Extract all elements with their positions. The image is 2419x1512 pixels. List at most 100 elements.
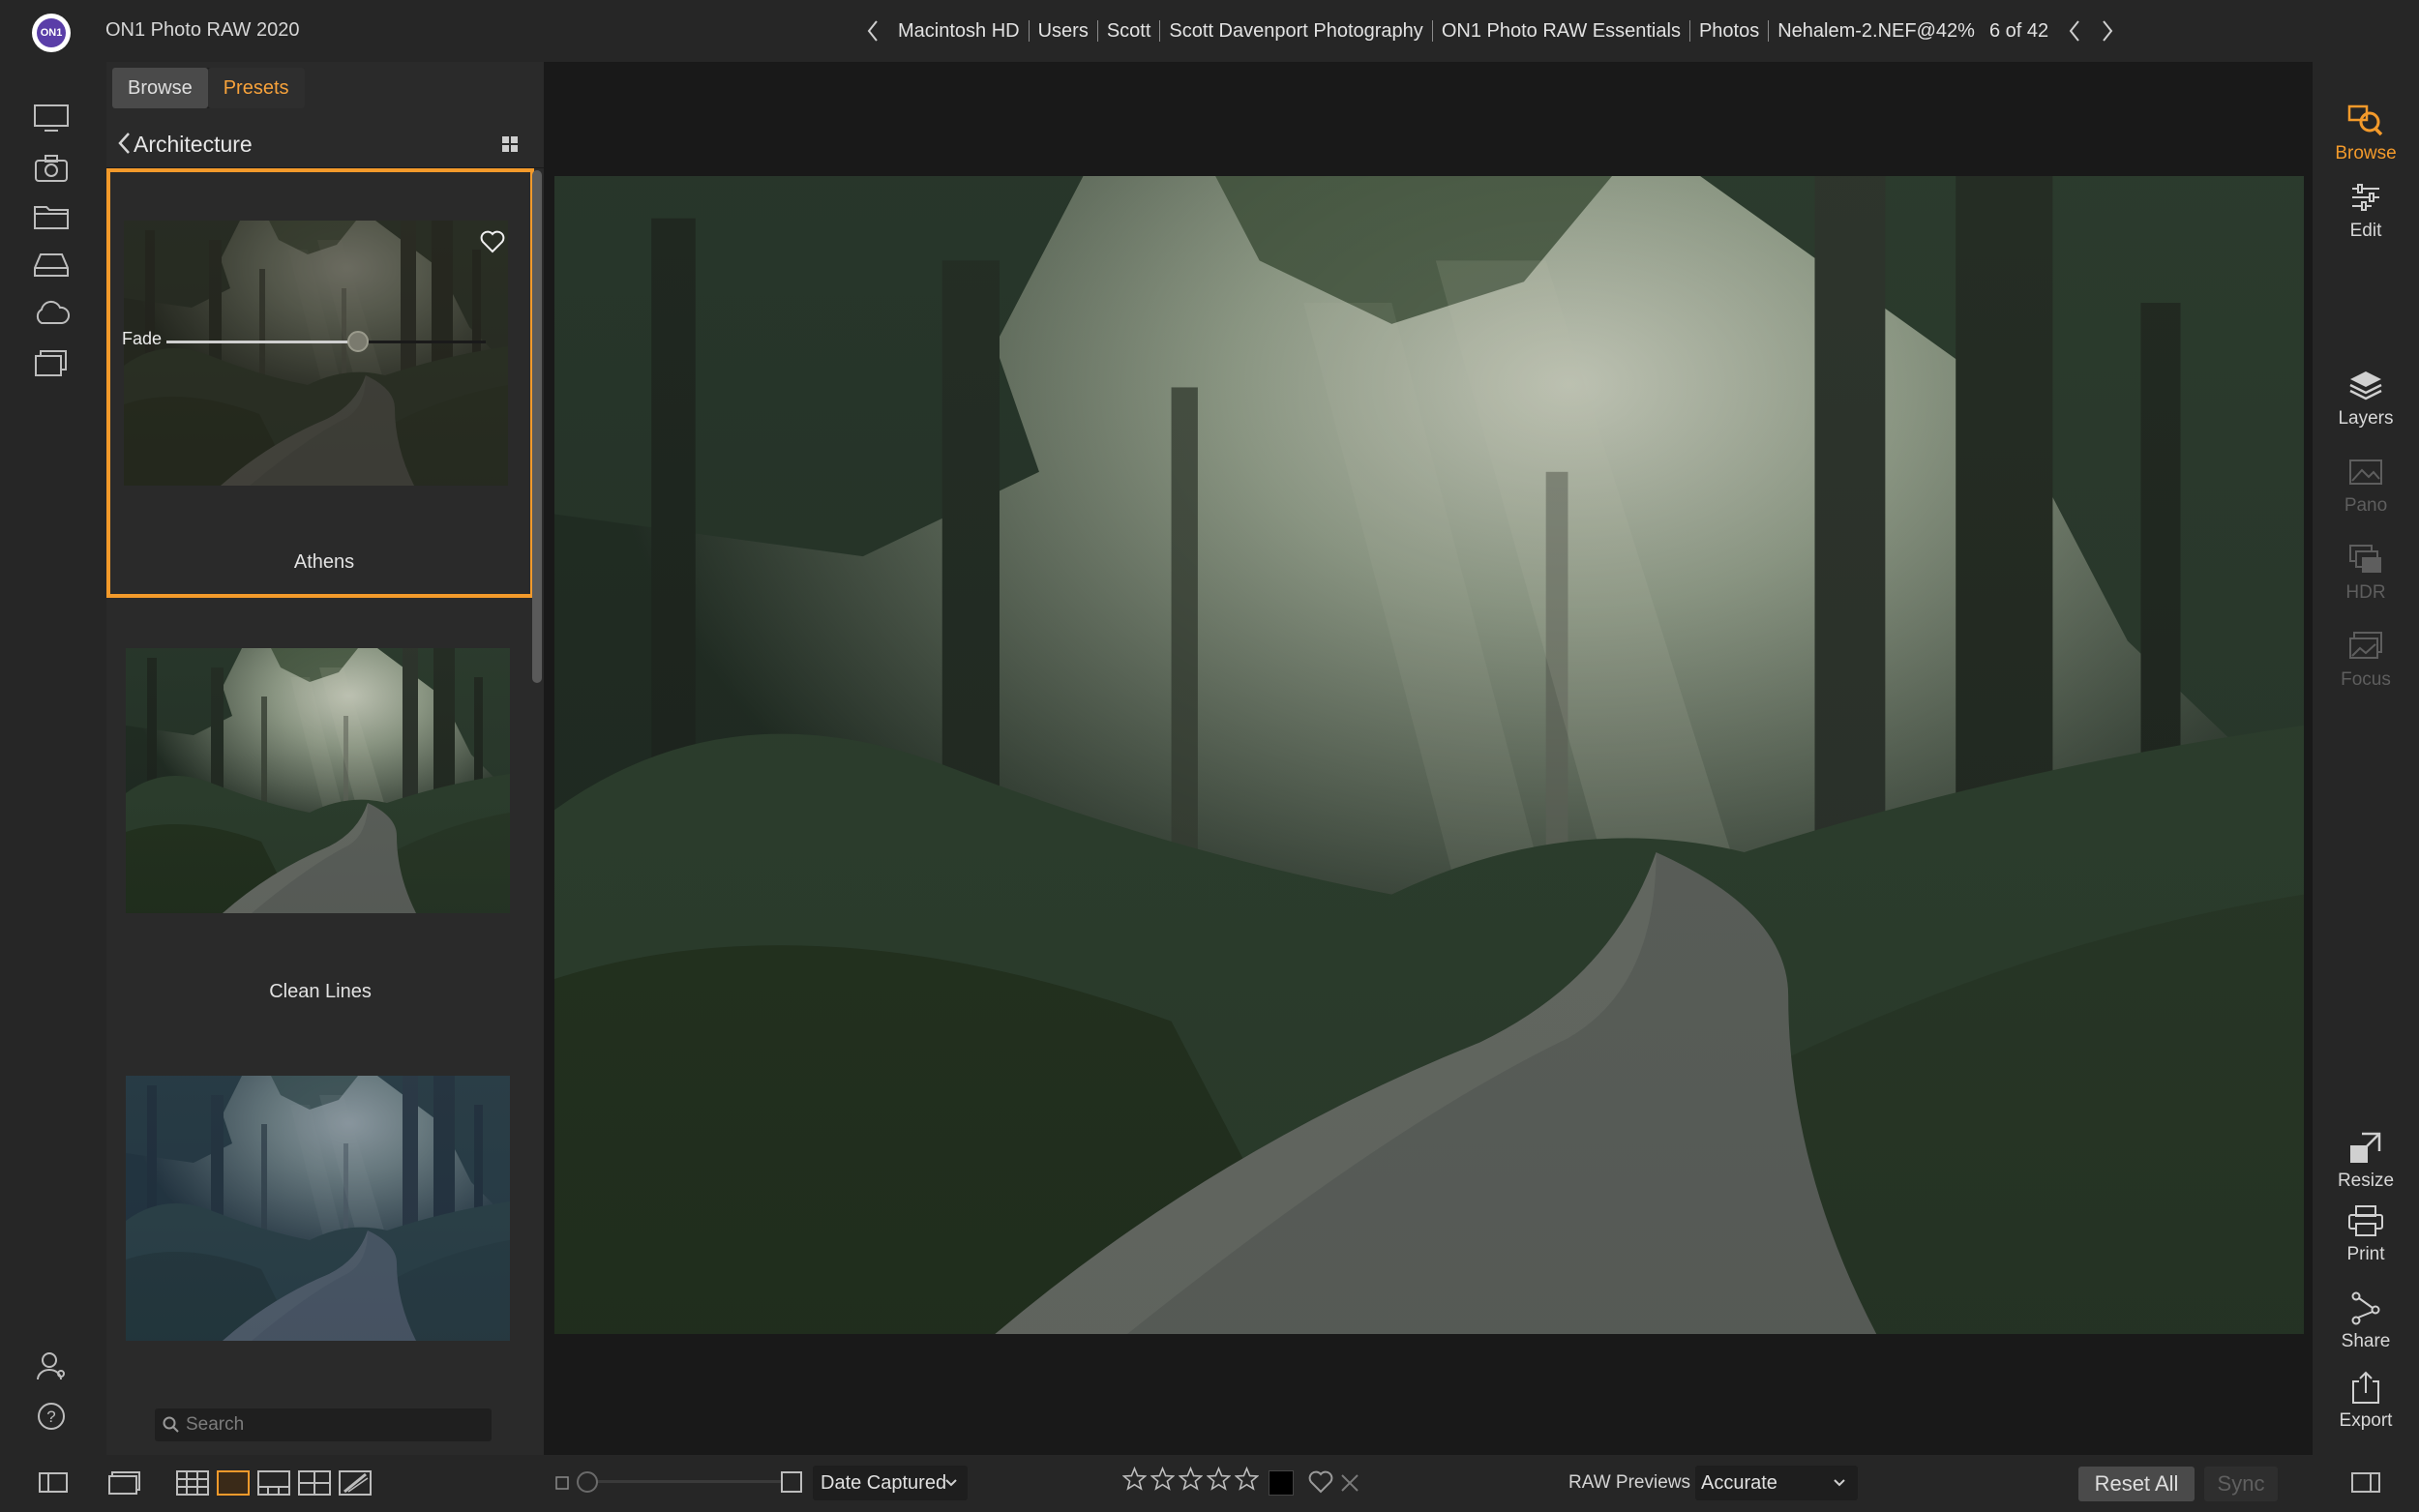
panel-scrollbar[interactable] (532, 170, 542, 683)
camera-import-icon[interactable] (31, 151, 72, 186)
breadcrumb-item[interactable]: Photos (1690, 20, 1770, 42)
svg-text:?: ? (46, 1408, 55, 1426)
filmstrip-view-icon[interactable] (257, 1470, 290, 1500)
grid-view-icon[interactable] (176, 1470, 209, 1500)
printer-icon (2313, 1201, 2419, 1240)
panel-tab-bar: Browse Presets (112, 68, 305, 108)
toggle-right-panel-icon[interactable] (2351, 1470, 2380, 1498)
breadcrumb-item[interactable]: Scott Davenport Photography (1160, 20, 1433, 42)
local-drives-icon[interactable] (31, 101, 72, 135)
module-label: Resize (2337, 1171, 2395, 1191)
grid-view-icon[interactable] (501, 135, 519, 153)
breadcrumb-item[interactable]: Scott (1098, 20, 1161, 42)
module-focus[interactable]: Focus (2313, 627, 2419, 691)
category-title[interactable]: Architecture (134, 132, 253, 158)
rating-star-icon[interactable] (1234, 1466, 1260, 1492)
favorite-heart-icon[interactable] (480, 230, 505, 253)
title-bar: ON1 ON1 Photo RAW 2020 Macintosh HD User… (0, 0, 2419, 62)
hdr-icon (2313, 540, 2419, 578)
module-label: Share (2341, 1331, 2391, 1351)
fade-slider-handle[interactable] (347, 331, 369, 352)
rating-star-icon[interactable] (1206, 1466, 1232, 1492)
map-view-icon[interactable] (339, 1470, 372, 1500)
fade-overlay (124, 221, 508, 486)
module-label: HDR (2345, 582, 2386, 603)
module-print[interactable]: Print (2313, 1201, 2419, 1265)
module-layers[interactable]: Layers (2313, 366, 2419, 430)
breadcrumb-item[interactable]: Users (1030, 20, 1098, 42)
browse-icon (2313, 101, 2419, 139)
breadcrumb-item[interactable]: ON1 Photo RAW Essentials (1433, 20, 1690, 42)
search-icon (163, 1416, 179, 1433)
like-heart-icon[interactable] (1308, 1470, 1333, 1498)
preset-item-athens[interactable]: Fade Athens (106, 168, 534, 598)
module-resize[interactable]: Resize (2313, 1128, 2419, 1192)
previous-photo-icon[interactable] (2058, 16, 2091, 45)
preset-thumbnail[interactable] (126, 648, 510, 913)
fade-slider[interactable] (166, 341, 486, 343)
rating-star-icon[interactable] (1150, 1466, 1176, 1492)
focus-stack-icon (2313, 627, 2419, 666)
module-edit[interactable]: Edit (2313, 178, 2419, 242)
preset-thumbnail[interactable] (124, 221, 508, 486)
rating-star-icon[interactable] (1121, 1466, 1148, 1492)
breadcrumb: Macintosh HD Users Scott Scott Davenport… (856, 16, 2124, 45)
reset-all-button[interactable]: Reset All (2078, 1467, 2195, 1501)
module-share[interactable]: Share (2313, 1289, 2419, 1352)
thumbnail-size-handle[interactable] (577, 1471, 598, 1493)
preset-category-header: Architecture (106, 118, 544, 168)
tab-browse[interactable]: Browse (112, 68, 208, 108)
preset-item[interactable] (106, 1025, 534, 1387)
export-icon (2313, 1368, 2419, 1407)
module-pano[interactable]: Pano (2313, 453, 2419, 517)
module-label: Focus (2341, 669, 2391, 690)
toggle-left-panel-icon[interactable] (39, 1470, 68, 1498)
photo-viewer (544, 62, 2313, 1455)
panorama-icon (2313, 453, 2419, 491)
detail-view-icon[interactable] (217, 1470, 250, 1500)
preset-search (155, 1408, 492, 1441)
resize-icon (2313, 1128, 2419, 1167)
chevron-down-icon (944, 1466, 958, 1512)
sort-by-value: Date Captured (821, 1472, 947, 1494)
folder-icon[interactable] (31, 199, 72, 234)
module-label: Edit (2349, 221, 2382, 241)
raw-previews-value: Accurate (1701, 1472, 1777, 1494)
preset-thumbnail[interactable] (126, 1076, 510, 1341)
color-label-swatch[interactable] (1269, 1470, 1294, 1496)
chevron-down-icon (1833, 1466, 1846, 1512)
filmstrip-toggle-icon[interactable] (108, 1470, 143, 1500)
module-label: Print (2346, 1244, 2385, 1264)
next-photo-icon[interactable] (2091, 16, 2124, 45)
preset-name: Athens (293, 551, 355, 573)
search-input[interactable] (186, 1412, 476, 1438)
account-icon[interactable] (31, 1349, 72, 1383)
module-hdr[interactable]: HDR (2313, 540, 2419, 604)
cloud-icon[interactable] (31, 296, 72, 331)
thumbnail-large-icon (780, 1470, 803, 1498)
thumbnail-size-slider[interactable] (588, 1480, 782, 1483)
preset-item-clean-lines[interactable]: Clean Lines (106, 598, 534, 1027)
rating-star-icon[interactable] (1178, 1466, 1204, 1492)
albums-icon[interactable] (31, 344, 72, 379)
compare-view-icon[interactable] (298, 1470, 331, 1500)
main-photo[interactable] (554, 176, 2304, 1334)
star-rating[interactable] (1121, 1466, 1260, 1492)
fade-label: Fade (122, 329, 163, 348)
raw-previews-select[interactable]: Accurate (1695, 1466, 1858, 1500)
module-browse[interactable]: Browse (2313, 101, 2419, 164)
sync-button[interactable]: Sync (2204, 1467, 2278, 1501)
raw-previews-label: RAW Previews (1568, 1472, 1690, 1493)
breadcrumb-back-icon[interactable] (856, 16, 889, 45)
share-icon (2313, 1289, 2419, 1327)
on1-logo-icon: ON1 (32, 14, 71, 52)
sort-by-select[interactable]: Date Captured (813, 1466, 968, 1500)
drive-icon[interactable] (31, 248, 72, 282)
breadcrumb-item[interactable]: Macintosh HD (889, 20, 1030, 42)
help-icon[interactable]: ? (31, 1399, 72, 1434)
edit-sliders-icon (2313, 178, 2419, 217)
reject-x-icon[interactable] (1339, 1472, 1360, 1498)
app-title: ON1 Photo RAW 2020 (105, 19, 300, 41)
module-export[interactable]: Export (2313, 1368, 2419, 1432)
tab-presets[interactable]: Presets (207, 68, 305, 108)
